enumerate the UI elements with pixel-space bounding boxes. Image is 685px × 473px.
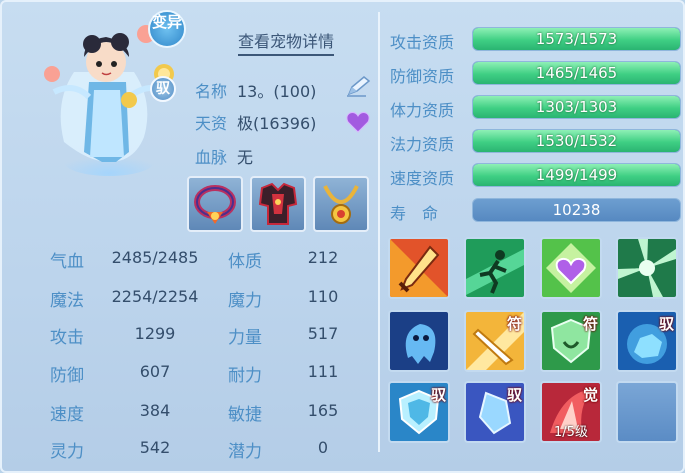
pot-value: 0 [317,438,329,457]
hp-value: 2485/2485 [111,248,199,267]
skill-slot-2[interactable] [464,237,526,299]
aptitude-label: 法力资质 [390,135,455,154]
lifespan-value: 10238 [552,201,601,219]
hp-label: 气血 [50,252,84,272]
talent-label: 天资 [195,114,228,133]
skill-badge: 驭 [506,386,522,404]
name-label: 名称 [195,82,228,101]
mag-value: 110 [307,287,339,306]
aptitude-label: 攻击资质 [390,33,455,52]
atk-label: 攻击 [50,328,84,348]
bar-value: 1573/1573 [535,30,618,48]
skill-slot-5[interactable] [388,310,450,372]
agi-value: 165 [307,401,339,420]
blood-value: 无 [237,148,254,167]
skill-slot-9[interactable]: 驭 [388,381,450,443]
skill-badge: 觉 [582,386,598,404]
bar-value: 1303/1303 [535,98,618,116]
aptitude-label: 速度资质 [390,169,455,188]
end-label: 耐力 [228,366,262,386]
atk-value: 1299 [134,324,176,343]
pet-info-column: 变异 驭 查看宠物详情 名称 13。(100) 天资极(16396) 血脉无 [4,4,378,473]
skill-badge: 驭 [430,386,446,404]
blood-label: 血脉 [195,148,228,167]
variant-tag: 变异 [148,10,186,48]
str-label: 力量 [228,328,262,348]
armor-equip-icon [258,182,298,225]
con-value: 212 [307,248,339,267]
mana-aptitude-bar: 1530/1532 [472,129,681,153]
equip-slot-1[interactable] [187,176,243,232]
spi-value: 542 [139,438,171,457]
skill-level: 1/5级 [554,425,588,440]
blood-row: 血脉无 [195,144,253,168]
purple-heart-icon[interactable] [346,111,370,133]
bar-value: 1465/1465 [535,64,618,82]
skill-slot-6[interactable]: 符 [464,310,526,372]
name-row: 名称 13。(100) [195,78,316,102]
skill-slot-3[interactable] [540,237,602,299]
pot-label: 潜力 [228,442,262,462]
equip-slot-2[interactable] [250,176,306,232]
skill-slot-1[interactable] [388,237,450,299]
skill-slot-12-empty[interactable] [616,381,678,443]
ghost-spirit-skill-icon [390,312,448,370]
skill-badge: 符 [582,315,598,333]
skill-badge: 驭 [658,315,674,333]
attack-aptitude-bar: 1573/1573 [472,27,681,51]
gold-necklace-equip-icon [323,185,359,224]
skill-slot-7[interactable]: 符 [540,310,602,372]
spd-value: 384 [139,401,171,420]
mp-label: 魔法 [50,291,84,311]
view-pet-details-link[interactable]: 查看宠物详情 [238,28,335,56]
speed-aptitude-bar: 1499/1499 [472,163,681,187]
defense-aptitude-bar: 1465/1465 [472,61,681,85]
spd-label: 速度 [50,405,84,425]
lifespan-label: 寿 命 [390,204,439,223]
str-value: 517 [307,324,339,343]
skill-slot-10[interactable]: 驭 [464,381,526,443]
equip-slot-3[interactable] [313,176,369,232]
mp-value: 2254/2254 [111,287,199,306]
def-label: 防御 [50,366,84,386]
spi-label: 灵力 [50,442,84,462]
running-figure-skill-icon [466,239,524,297]
stamina-aptitude-bar: 1303/1303 [472,95,681,119]
green-burst-skill-icon [618,239,676,297]
mag-label: 魔力 [228,291,262,311]
necklace-collar-equip-icon [194,185,236,224]
con-label: 体质 [228,252,262,272]
aptitude-label: 防御资质 [390,67,455,86]
talent-row: 天资 极(16396) [195,110,316,134]
purple-heart-skill-icon [542,239,600,297]
aptitude-skill-column: 攻击资质 1573/1573 防御资质 1465/1465 体力资质 1303/… [380,4,685,473]
skill-badge: 符 [506,315,522,333]
bar-value: 1499/1499 [535,166,618,184]
agi-label: 敏捷 [228,405,262,425]
edit-name-pencil-icon[interactable] [344,74,372,98]
skill-slot-11[interactable]: 觉 1/5级 [540,381,602,443]
aptitude-label: 体力资质 [390,101,455,120]
skill-slot-4[interactable] [616,237,678,299]
tame-tag: 驭 [150,76,176,102]
pet-detail-panel: 变异 驭 查看宠物详情 名称 13。(100) 天资极(16396) 血脉无 [0,0,685,473]
lifespan-bar: 10238 [472,198,681,222]
name-value: 13。(100) [237,82,317,101]
skill-slot-8[interactable]: 驭 [616,310,678,372]
end-value: 111 [307,362,339,381]
def-value: 607 [139,362,171,381]
bar-value: 1530/1532 [535,132,618,150]
talent-value: 极(16396) [237,114,317,133]
flaming-sword-skill-icon [390,239,448,297]
